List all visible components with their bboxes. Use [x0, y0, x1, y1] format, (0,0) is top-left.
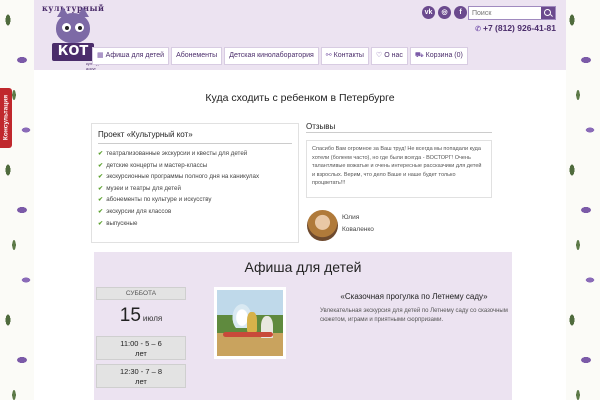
golden-statue-shape: [247, 312, 257, 332]
slot-age: лет: [135, 377, 147, 386]
logo-arc-text: культурный: [42, 3, 105, 13]
nav-afisha[interactable]: ▦ Афиша для детей: [92, 47, 170, 65]
nav-label: Афиша для детей: [105, 52, 165, 59]
slot-time: 11:00 - 5 – 6: [120, 339, 162, 348]
nav-label: О нас: [384, 52, 403, 59]
date-month: июля: [142, 314, 163, 323]
check-icon: ✔: [98, 173, 104, 181]
list-item[interactable]: ✔ абонементы по культуре и искусству: [98, 194, 292, 206]
search-box: [468, 6, 556, 20]
search-icon[interactable]: [541, 7, 555, 19]
divider: [306, 132, 492, 133]
vk-icon[interactable]: vk: [422, 6, 435, 19]
nav-abonements[interactable]: Абонементы: [171, 47, 223, 65]
check-icon: ✔: [98, 161, 104, 169]
cat-eye-left: [62, 23, 71, 32]
search-input[interactable]: [469, 7, 541, 19]
consult-label: Консультация: [2, 94, 10, 141]
check-icon: ✔: [98, 150, 104, 157]
link-icon: ⚯: [325, 52, 332, 59]
header: культурный КОТ культурный досуг vk ◎ f ✆…: [34, 0, 566, 71]
calendar-icon: ▦: [97, 52, 104, 59]
side-pattern-left: [0, 0, 34, 400]
nav-cart[interactable]: ⛟ Корзина (0): [409, 47, 468, 65]
time-slot-button[interactable]: 11:00 - 5 – 6 лет: [96, 336, 186, 360]
list-item[interactable]: ✔ экскурсионные программы полного дня на …: [98, 171, 292, 183]
list-item[interactable]: ✔ театрализованные экскурсии и квесты для…: [98, 148, 292, 160]
date-column: СУББОТА 15 июля 11:00 - 5 – 6 лет 12:30 -…: [96, 287, 186, 388]
nav-label: Корзина (0): [425, 52, 463, 59]
event-date: 15 июля: [96, 300, 186, 332]
check-icon: ✔: [98, 184, 104, 192]
project-box: Проект «Культурный кот» ✔ театрализованны…: [91, 123, 299, 243]
day-badge: СУББОТА: [96, 287, 186, 300]
nav-label: Абонементы: [176, 52, 218, 59]
time-slot-button[interactable]: 12:30 - 7 – 8 лет: [96, 364, 186, 388]
check-icon: ✔: [98, 219, 104, 227]
event-image[interactable]: [214, 287, 286, 359]
heart-icon: ♡: [375, 52, 383, 59]
main-nav: ▦ Афиша для детей Абонементы Детская кин…: [92, 47, 468, 65]
reviewer-last-name: Коваленко: [342, 226, 374, 233]
slot-age: лет: [135, 349, 147, 358]
date-number: 15: [119, 305, 141, 326]
list-item[interactable]: ✔ детские концерты и мастер-классы: [98, 160, 292, 172]
phone-icon: ✆: [475, 26, 481, 33]
list-item[interactable]: ✔ музеи и театры для детей: [98, 183, 292, 195]
nav-label: Детская кинолаборатория: [229, 52, 314, 59]
summer-garden-photo: [217, 290, 283, 356]
nav-about[interactable]: ♡ О нас: [370, 47, 408, 65]
project-list: ✔ театрализованные экскурсии и квесты для…: [92, 146, 298, 231]
cat-eye-right: [75, 23, 84, 32]
facebook-icon[interactable]: f: [454, 6, 467, 19]
flowerbed-shape: [223, 332, 273, 337]
consult-button[interactable]: Консультация: [0, 88, 12, 148]
instagram-icon[interactable]: ◎: [438, 6, 451, 19]
review-text: Спасибо Вам огромное за Ваш труд! Не все…: [306, 140, 492, 198]
check-icon: ✔: [98, 207, 104, 215]
afisha-section: Афиша для детей СУББОТА 15 июля 11:00 - 5…: [94, 252, 512, 400]
slot-time: 12:30 - 7 – 8: [119, 367, 163, 376]
afisha-title: Афиша для детей: [244, 259, 362, 275]
cat-icon: [56, 7, 90, 43]
nav-kinolab[interactable]: Детская кинолаборатория: [224, 47, 319, 65]
side-pattern-right: [564, 0, 600, 400]
phone-number[interactable]: ✆ +7 (812) 926-41-81: [468, 23, 556, 33]
project-title: Проект «Культурный кот»: [98, 130, 193, 139]
event-title-link[interactable]: «Сказочная прогулка по Летнему саду»: [320, 292, 508, 301]
reviewer-first-name: Юлия: [342, 214, 360, 221]
page-title: Куда сходить с ребенком в Петербурге: [205, 92, 395, 104]
main-content: Куда сходить с ребенком в Петербурге Про…: [34, 70, 566, 400]
social-links: vk ◎ f: [422, 6, 467, 19]
divider: [98, 143, 292, 144]
reviews-heading: Отзывы: [306, 122, 336, 131]
event-description: Увлекательная экскурсия для детей по Лет…: [320, 308, 508, 323]
list-item[interactable]: ✔ выпускные: [98, 218, 292, 230]
nav-label: Контакты: [333, 52, 364, 59]
list-item[interactable]: ✔ экскурсии для классов: [98, 206, 292, 218]
avatar: [307, 210, 338, 241]
logo-name: КОТ: [52, 43, 94, 61]
cart-icon: ⛟: [414, 52, 424, 59]
check-icon: ✔: [98, 196, 104, 204]
nav-contacts[interactable]: ⚯ Контакты: [320, 47, 369, 65]
phone-text: +7 (812) 926-41-81: [482, 23, 556, 33]
